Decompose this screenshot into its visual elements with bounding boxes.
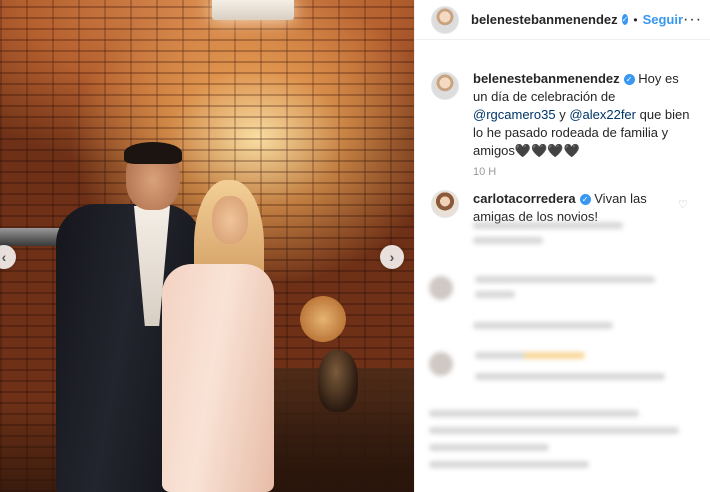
author-avatar[interactable] [431,5,459,34]
verified-badge-icon: ✓ [621,14,629,25]
caption-mention-link[interactable]: @rgcamero35 [473,107,556,122]
caption-username[interactable]: belenestebanmenendez [473,71,620,86]
caption-avatar[interactable] [431,72,459,100]
blurred-text-bar [429,461,589,468]
post-caption: belenestebanmenendez ✓ Hoy es un día de c… [415,40,710,160]
blurred-text-bar [429,444,549,451]
blurred-comment-meta [473,222,653,244]
post-photo[interactable]: ‹ › [0,0,414,492]
comment-body: carlotacorredera ✓ Vivan las amigas de lo… [473,190,673,226]
caption-mention-link[interactable]: @alex22fer [569,107,636,122]
woman-jacket [162,264,274,492]
blurred-text-bar [429,427,679,434]
verified-badge-icon: ✓ [623,74,635,86]
blurred-text-bar [473,222,623,229]
caption-text-middle: y [555,107,570,122]
commenter-username[interactable]: carlotacorredera [473,191,576,206]
chevron-right-icon[interactable]: › [380,245,404,269]
ceiling-light [212,0,294,20]
blurred-avatar [429,352,453,376]
blurred-comment [429,276,699,300]
heart-outline-icon[interactable]: ♡ [678,200,688,211]
woman-figure [158,180,278,492]
blurred-text-bar [475,276,655,283]
blurred-avatar [429,276,453,300]
blurred-comment-body [475,352,665,380]
comment-item: carlotacorredera ✓ Vivan las amigas de lo… [415,178,710,226]
blurred-text-bar [475,291,515,298]
post-header: belenestebanmenendez ✓ • Seguir ··· [415,0,710,40]
commenter-avatar[interactable] [431,190,459,218]
blurred-text-bar [429,410,639,417]
blurred-text-bar [475,373,665,380]
caption-timestamp[interactable]: 10 h [473,166,710,178]
instagram-post: ‹ › belenestebanmenendez ✓ • Seguir ··· … [0,0,710,492]
blurred-comment-meta [473,322,653,329]
man-hair [124,142,182,164]
blurred-comment [429,410,699,468]
woman-face [212,196,248,244]
blurred-comment [429,352,699,380]
blurred-text-bar [473,237,543,244]
follow-button[interactable]: Seguir [643,12,683,27]
caption-body: belenestebanmenendez ✓ Hoy es un día de c… [473,70,693,160]
more-horizontal-icon[interactable]: ··· [683,11,702,29]
blurred-text-bar [475,352,585,359]
separator-dot: • [633,12,638,27]
author-username[interactable]: belenestebanmenendez [471,12,618,27]
post-side-panel: belenestebanmenendez ✓ • Seguir ··· bele… [414,0,710,492]
blurred-text-bar [473,322,613,329]
verified-badge-icon: ✓ [579,194,591,206]
blurred-comment-body [475,276,655,300]
